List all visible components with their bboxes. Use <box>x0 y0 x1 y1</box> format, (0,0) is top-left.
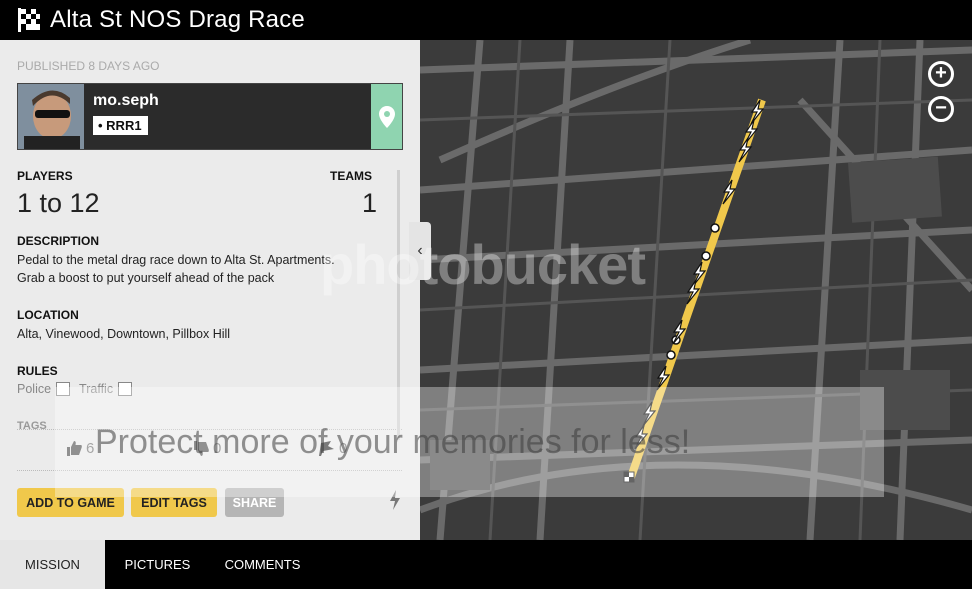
teams-label: TEAMS <box>330 169 372 183</box>
location-button[interactable] <box>371 84 402 149</box>
map-pin-icon <box>378 105 395 128</box>
zoom-out-button[interactable]: − <box>928 96 954 122</box>
creator-card[interactable]: mo.seph • RRR1 <box>17 83 403 150</box>
crew-tag-label: RRR1 <box>106 118 142 133</box>
tab-comments[interactable]: COMMENTS <box>210 540 315 589</box>
avatar[interactable] <box>18 84 84 149</box>
avatar-portrait-icon <box>18 84 84 149</box>
description-line: Pedal to the metal drag race down to Alt… <box>17 253 335 267</box>
location-value: Alta, Vinewood, Downtown, Pillbox Hill <box>17 327 231 341</box>
tab-bar: MISSION PICTURES COMMENTS <box>0 540 972 589</box>
location-label: LOCATION <box>17 308 79 322</box>
watermark-slogan: Protect more of your memories for less! <box>95 423 691 461</box>
page-title: Alta St NOS Drag Race <box>50 6 305 33</box>
teams-value: 1 <box>362 188 378 218</box>
description-text: Pedal to the metal drag race down to Alt… <box>17 251 335 287</box>
players-value: 1 to 12 <box>17 188 100 218</box>
players-label: PLAYERS <box>17 169 73 183</box>
creator-info: mo.seph • RRR1 <box>84 84 371 149</box>
tab-mission[interactable]: MISSION <box>0 540 105 589</box>
police-label: Police <box>17 382 52 396</box>
title-bar: Alta St NOS Drag Race <box>0 0 972 40</box>
published-date: PUBLISHED 8 DAYS AGO <box>17 59 160 73</box>
checkered-flag-icon <box>18 8 40 32</box>
creator-name[interactable]: mo.seph <box>93 92 371 110</box>
tab-pictures[interactable]: PICTURES <box>105 540 210 589</box>
description-label: DESCRIPTION <box>17 234 100 248</box>
tags-label: TAGS <box>17 420 47 432</box>
crew-tag[interactable]: • RRR1 <box>93 116 148 135</box>
description-line: Grab a boost to put yourself ahead of th… <box>17 271 275 285</box>
rules-label: RULES <box>17 364 58 378</box>
watermark-brand: photobucket <box>320 233 646 296</box>
zoom-in-button[interactable]: + <box>928 61 954 87</box>
